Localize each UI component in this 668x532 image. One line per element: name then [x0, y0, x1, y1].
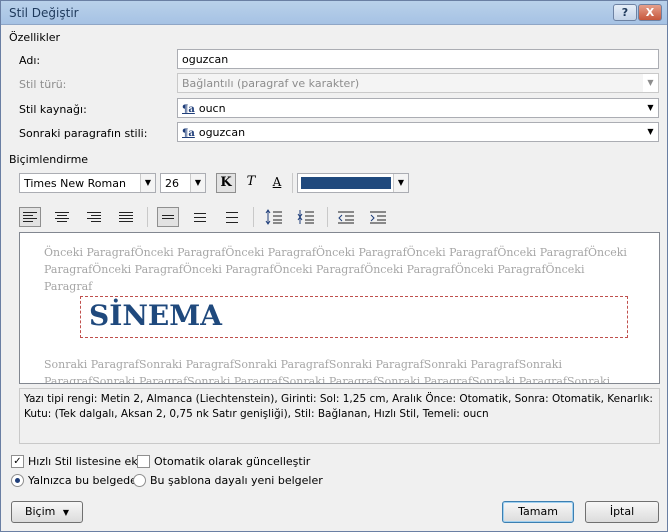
decrease-paragraph-spacing-button[interactable]: [295, 207, 317, 227]
single-spacing-icon: [162, 215, 174, 219]
toolbar-divider: [147, 207, 148, 227]
align-left-icon: [23, 212, 37, 222]
increase-paragraph-spacing-button[interactable]: [263, 207, 285, 227]
increase-indent-button[interactable]: [367, 207, 389, 227]
only-this-document-label: Yalnızca bu belgede: [28, 474, 137, 487]
formatting-group-label: Biçimlendirme: [9, 153, 89, 166]
chevron-down-icon[interactable]: ▼: [190, 174, 205, 192]
align-right-button[interactable]: [83, 207, 105, 227]
font-size-value: 26: [165, 177, 179, 190]
decrease-spacing-icon: [297, 210, 314, 224]
one-half-spacing-icon: [194, 212, 206, 222]
font-name-value: Times New Roman: [24, 177, 126, 190]
add-quick-style-label: Hızlı Stil listesine ekle: [28, 455, 148, 468]
next-style-label: Sonraki paragrafın stili:: [19, 127, 148, 140]
dialog-title: Stil Değiştir: [9, 6, 79, 20]
double-spacing-icon: [226, 211, 238, 223]
increase-spacing-icon: [265, 209, 282, 225]
linked-style-icon: ¶a: [182, 104, 195, 115]
previous-paragraph-text: Önceki ParagrafÖnceki ParagrafÖnceki Par…: [44, 246, 627, 293]
next-style-value: oguzcan: [198, 126, 246, 139]
chevron-down-icon: ▼: [643, 74, 658, 92]
align-left-button[interactable]: [19, 207, 41, 227]
style-type-value: Bağlantılı (paragraf ve karakter): [182, 77, 360, 90]
close-button[interactable]: X: [638, 4, 662, 21]
decrease-indent-button[interactable]: [335, 207, 357, 227]
only-this-document-option[interactable]: Yalnızca bu belgede: [11, 474, 137, 487]
style-preview: Önceki ParagrafÖnceki ParagrafÖnceki Par…: [19, 232, 660, 384]
toolbar-divider: [253, 207, 254, 227]
style-type-label: Stil türü:: [19, 78, 67, 91]
next-paragraph-text: Sonraki ParagrafSonraki ParagrafSonraki …: [44, 358, 611, 384]
template-documents-radio[interactable]: [133, 474, 146, 487]
toolbar-divider: [292, 173, 293, 193]
font-color-select[interactable]: ▼: [297, 173, 409, 193]
chevron-down-icon[interactable]: ▼: [393, 174, 408, 192]
underline-button[interactable]: A: [267, 173, 287, 193]
format-button-label: Biçim: [24, 505, 56, 518]
cancel-button[interactable]: İptal: [585, 501, 659, 523]
increase-indent-icon: [370, 211, 386, 224]
linked-style-icon: ¶a: [182, 128, 195, 139]
bold-button[interactable]: K: [216, 173, 236, 193]
align-center-button[interactable]: [51, 207, 73, 227]
modify-style-dialog: Stil Değiştir ? X Özellikler Adı: oguzca…: [0, 0, 668, 532]
name-input[interactable]: oguzcan: [177, 49, 659, 69]
font-name-select[interactable]: Times New Roman ▼: [19, 173, 156, 193]
sample-paragraph-border: SİNEMA: [80, 296, 628, 338]
add-quick-style-checkbox[interactable]: ✓: [11, 455, 24, 468]
template-documents-option[interactable]: Bu şablona dayalı yeni belgeler: [133, 474, 323, 487]
chevron-down-icon[interactable]: ▼: [643, 99, 658, 117]
template-documents-label: Bu şablona dayalı yeni belgeler: [150, 474, 323, 487]
align-center-icon: [55, 212, 69, 222]
style-based-on-label: Stil kaynağı:: [19, 103, 87, 116]
auto-update-checkbox[interactable]: [137, 455, 150, 468]
add-quick-style-option[interactable]: ✓ Hızlı Stil listesine ekle: [11, 455, 148, 468]
justify-button[interactable]: [115, 207, 137, 227]
style-based-on-value: oucn: [198, 102, 226, 115]
chevron-down-icon: ▼: [62, 508, 70, 517]
sample-text: SİNEMA: [89, 299, 222, 332]
double-spacing-button[interactable]: [221, 207, 243, 227]
style-description: Yazı tipi rengi: Metin 2, Almanca (Liech…: [19, 388, 660, 444]
align-right-icon: [87, 212, 101, 222]
font-color-swatch: [301, 177, 391, 189]
chevron-down-icon[interactable]: ▼: [643, 123, 658, 141]
properties-group-label: Özellikler: [9, 31, 61, 44]
format-button[interactable]: Biçim ▼: [11, 501, 83, 523]
toolbar-divider: [327, 207, 328, 227]
italic-button[interactable]: T: [241, 173, 261, 193]
single-spacing-button[interactable]: [157, 207, 179, 227]
chevron-down-icon[interactable]: ▼: [140, 174, 155, 192]
style-based-on-select[interactable]: ¶a oucn ▼: [177, 98, 659, 118]
one-half-spacing-button[interactable]: [189, 207, 211, 227]
auto-update-label: Otomatik olarak güncelleştir: [154, 455, 311, 468]
auto-update-option[interactable]: Otomatik olarak güncelleştir: [137, 455, 310, 468]
next-style-select[interactable]: ¶a oguzcan ▼: [177, 122, 659, 142]
name-label: Adı:: [19, 54, 41, 67]
justify-icon: [119, 212, 133, 222]
style-type-select: Bağlantılı (paragraf ve karakter) ▼: [177, 73, 659, 93]
help-button[interactable]: ?: [613, 4, 637, 21]
ok-button[interactable]: Tamam: [502, 501, 574, 523]
title-bar: Stil Değiştir ? X: [1, 1, 667, 25]
only-this-document-radio[interactable]: [11, 474, 24, 487]
decrease-indent-icon: [338, 211, 354, 224]
font-size-select[interactable]: 26 ▼: [160, 173, 206, 193]
